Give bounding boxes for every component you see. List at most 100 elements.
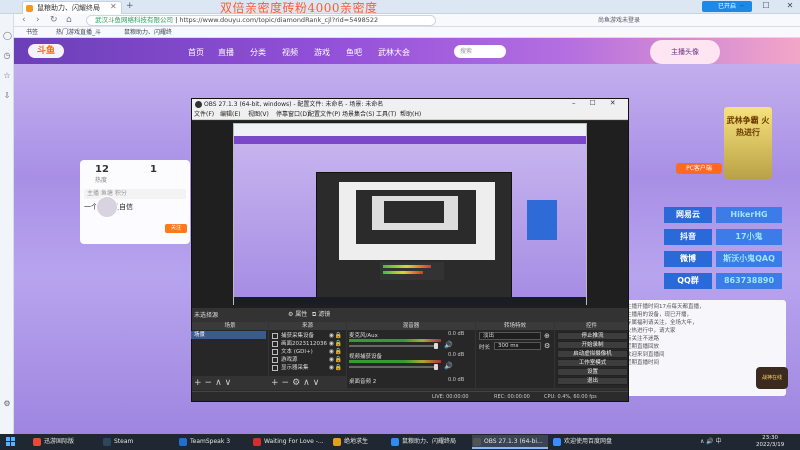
nav-item[interactable]: 首页 xyxy=(188,47,204,58)
taskbar-app[interactable]: 绝地求生 xyxy=(332,435,388,449)
properties-button[interactable]: ⚙ 属性 xyxy=(288,309,307,318)
forward-icon[interactable]: › xyxy=(36,15,40,25)
nav-item[interactable]: 分类 xyxy=(250,47,266,58)
menu-item[interactable]: 文件(F) xyxy=(194,110,214,120)
source-toolbar[interactable]: +−⚙∧∨ xyxy=(271,378,322,388)
anchor-avatar[interactable]: 主播头像 xyxy=(650,40,720,64)
settings-gear-icon[interactable]: ⚙ xyxy=(3,400,11,408)
minimize-button[interactable]: – xyxy=(736,1,748,10)
volume-knob[interactable] xyxy=(434,343,438,349)
nav-item[interactable]: 视频 xyxy=(282,47,298,58)
duration-input[interactable]: 300 ms xyxy=(494,342,541,350)
taskbar-app[interactable]: Steam xyxy=(102,435,162,449)
menu-item[interactable]: 工具(T) xyxy=(376,110,396,120)
streamer-avatar[interactable] xyxy=(96,196,118,218)
maximize-button[interactable]: ☐ xyxy=(760,1,772,10)
nav-item[interactable]: 直播 xyxy=(218,47,234,58)
studio-mode-button[interactable]: 工作室模式 xyxy=(557,359,628,367)
speaker-icon[interactable]: 🔊 xyxy=(444,341,453,349)
volume-fader[interactable] xyxy=(349,345,437,347)
desc-line[interactable]: 欢迎来到直播间 xyxy=(626,351,780,359)
transition-settings-icon[interactable]: ⚙ xyxy=(544,342,550,350)
favorites-icon[interactable]: ☆ xyxy=(3,72,11,80)
source-label: 游戏源 xyxy=(281,357,298,363)
start-record-button[interactable]: 开始录制 xyxy=(557,341,628,349)
chat-icon[interactable]: ◯ xyxy=(3,32,12,40)
lock-icon[interactable]: 🔒 xyxy=(335,356,342,364)
lock-icon[interactable]: 🔒 xyxy=(335,332,342,340)
menu-item[interactable]: 停靠窗口(D) xyxy=(276,110,309,120)
desc-line[interactable]: 近期直播回放 xyxy=(626,343,780,351)
windows-start-icon[interactable] xyxy=(6,437,15,446)
settings-button[interactable]: 设置 xyxy=(557,368,628,376)
visibility-icon[interactable]: ◉ xyxy=(329,356,334,364)
lock-icon[interactable]: 🔒 xyxy=(335,364,342,372)
visibility-icon[interactable]: ◉ xyxy=(329,364,334,372)
bookmark-item[interactable]: 鼠粮助力、闪耀终 xyxy=(124,27,172,38)
transition-add-icon[interactable]: ⊕ xyxy=(544,332,550,340)
virtual-camera-button[interactable]: 启动虚拟摄像机 xyxy=(557,350,628,358)
volume-knob[interactable] xyxy=(434,364,438,370)
menu-item[interactable]: 编辑(E) xyxy=(220,110,240,120)
stop-stream-button[interactable]: 停止推流 xyxy=(557,332,628,340)
menu-item[interactable]: 场景集合(S) xyxy=(342,110,375,120)
taskbar-app[interactable]: 迅游国际版 xyxy=(32,435,92,449)
reload-icon[interactable]: ↻ xyxy=(50,15,58,25)
exit-button[interactable]: 退出 xyxy=(557,377,628,385)
source-row[interactable]: 游戏源 ◉ 🔒 xyxy=(270,356,344,364)
taskbar-app[interactable]: Waiting For Love -... xyxy=(252,435,330,449)
menu-item[interactable]: 配置文件(P) xyxy=(308,110,340,120)
browser-tab[interactable]: 鼠粮助力、闪耀终局 xyxy=(22,1,122,14)
douyu-logo[interactable]: 斗鱼 xyxy=(28,44,64,58)
scene-item[interactable]: 场景 xyxy=(191,331,266,339)
tab-close-icon[interactable]: ✕ xyxy=(110,2,117,11)
visibility-icon[interactable]: ◉ xyxy=(329,348,334,356)
lock-icon[interactable]: 🔒 xyxy=(335,340,342,348)
login-status[interactable]: 尚鱼游戏未登录 xyxy=(598,15,688,26)
pc-client-button[interactable]: PC客户端 xyxy=(676,163,722,174)
taskbar-app-active[interactable]: OBS 27.1.3 (64-bi... xyxy=(472,435,548,449)
source-row[interactable]: 画面2023112036 ◉ 🔒 xyxy=(270,340,344,348)
source-label: 捕获采集设备 xyxy=(281,333,315,339)
desc-line[interactable]: 近期直播时间 xyxy=(626,359,780,367)
downloads-icon[interactable]: ⇩ xyxy=(3,92,11,100)
system-tray[interactable]: ∧ 🔊 中 xyxy=(700,436,722,445)
filters-button[interactable]: ⧉ 滤镜 xyxy=(312,309,330,319)
lock-icon[interactable]: 🔒 xyxy=(335,348,342,356)
source-row[interactable]: 显示器采集 ◉ 🔒 xyxy=(270,364,344,372)
source-row[interactable]: 文本 (GDI+) ◉ 🔒 xyxy=(270,348,344,356)
taskbar-app[interactable]: TeamSpeak 3 xyxy=(178,435,244,449)
douyu-search-input[interactable]: 搜索 xyxy=(454,45,506,58)
speaker-icon[interactable]: 🔊 xyxy=(444,362,453,370)
bookmark-item[interactable]: 书签 xyxy=(26,27,38,38)
visibility-icon[interactable]: ◉ xyxy=(329,332,334,340)
fan-badge[interactable]: 战神在线 xyxy=(756,367,788,389)
menu-item[interactable]: 帮助(H) xyxy=(400,110,421,120)
transition-select[interactable]: 淡出 xyxy=(479,332,541,340)
close-button[interactable]: ✕ xyxy=(784,1,796,10)
obs-maximize-button[interactable]: ☐ xyxy=(590,99,596,107)
taskbar-clock[interactable]: 23:30 2022/3/19 xyxy=(756,435,784,449)
follow-button[interactable]: 关注 xyxy=(165,224,187,233)
source-label: 画面2023112036 xyxy=(281,341,327,347)
teamspeak-icon xyxy=(179,438,187,446)
back-icon[interactable]: ‹ xyxy=(22,15,26,25)
url-input[interactable]: 武汉斗鱼网络科技有限公司 | https://www.douyu.com/top… xyxy=(86,15,436,26)
obs-minimize-button[interactable]: – xyxy=(572,99,576,107)
new-tab-icon[interactable]: + xyxy=(126,1,134,11)
volume-fader[interactable] xyxy=(349,366,437,368)
nav-item[interactable]: 鱼吧 xyxy=(346,47,362,58)
taskbar-app[interactable]: 鼠粮助力、闪耀终局 xyxy=(390,435,468,449)
history-icon[interactable]: ◷ xyxy=(3,52,11,60)
bookmark-item[interactable]: 热门游戏直播_斗 xyxy=(56,27,101,38)
event-ad-banner[interactable]: 武林争霸 火热进行 xyxy=(724,107,772,179)
menu-item[interactable]: 视图(V) xyxy=(248,110,269,120)
obs-close-button[interactable]: ✕ xyxy=(610,99,616,107)
source-row[interactable]: 捕获采集设备 ◉ 🔒 xyxy=(270,332,344,340)
nav-item[interactable]: 武林大会 xyxy=(378,47,410,58)
visibility-icon[interactable]: ◉ xyxy=(329,340,334,348)
scene-toolbar[interactable]: +−∧∨ xyxy=(194,378,234,388)
taskbar-app[interactable]: 欢迎使用百度网盘 xyxy=(552,435,636,449)
home-icon[interactable]: ⌂ xyxy=(66,15,72,25)
nav-item[interactable]: 游戏 xyxy=(314,47,330,58)
